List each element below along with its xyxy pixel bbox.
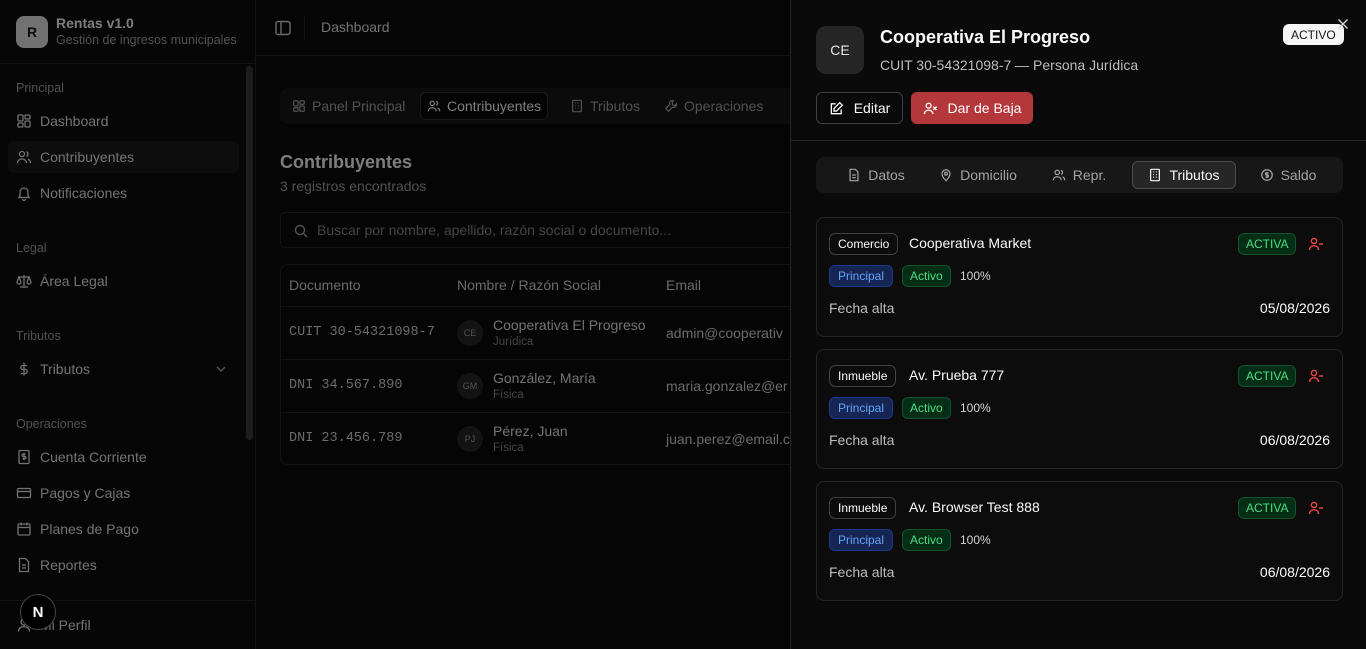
user-remove-icon[interactable] [1308, 368, 1324, 384]
user-remove-icon [923, 101, 938, 116]
percentage: 100% [960, 533, 991, 547]
drawer-subtitle: CUIT 30-54321098-7 — Persona Jurídica [880, 57, 1139, 73]
tributo-card: Comercio Cooperativa Market ACTIVA Princ… [816, 217, 1343, 337]
close-icon[interactable] [1335, 16, 1351, 32]
coin-icon [1260, 168, 1274, 182]
role-state-badge: Activo [902, 397, 951, 419]
drawer-title: Cooperativa El Progreso [880, 27, 1091, 47]
tributo-name: Cooperativa Market [909, 235, 1032, 251]
drawer-avatar: CE [816, 26, 864, 74]
role-badge: Principal [829, 397, 894, 419]
tributo-state-badge: ACTIVA [1238, 233, 1297, 255]
role-state-badge: Activo [902, 529, 951, 551]
tributo-card: Inmueble Av. Prueba 777 ACTIVA Principal… [816, 349, 1343, 469]
percentage: 100% [960, 401, 991, 415]
date-label: Fecha alta [829, 300, 895, 316]
tab-label: Datos [868, 167, 905, 183]
tributo-name: Av. Prueba 777 [909, 367, 1005, 383]
date-value: 05/08/2026 [1259, 300, 1330, 316]
tributo-state-badge: ACTIVA [1238, 497, 1297, 519]
tributo-type-badge: Comercio [829, 233, 899, 255]
dar-de-baja-button[interactable]: Dar de Baja [911, 92, 1033, 124]
date-value: 06/08/2026 [1259, 432, 1330, 448]
tab-tributos-drawer[interactable]: Tributos [1132, 161, 1236, 189]
edit-button[interactable]: Editar [816, 92, 903, 124]
tab-representantes[interactable]: Repr. [1038, 161, 1120, 189]
tab-domicilio[interactable]: Domicilio [926, 161, 1030, 189]
users-icon [1052, 168, 1066, 182]
building-icon [1148, 168, 1162, 182]
tab-label: Saldo [1280, 167, 1317, 183]
user-remove-icon[interactable] [1308, 500, 1324, 516]
map-pin-icon [939, 168, 953, 182]
role-badge: Principal [829, 529, 894, 551]
drawer-divider [791, 140, 1366, 141]
tab-datos[interactable]: Datos [830, 161, 922, 189]
file-icon [847, 168, 861, 182]
date-label: Fecha alta [829, 564, 895, 580]
next-dev-badge[interactable]: N [20, 594, 56, 630]
tab-label: Tributos [1169, 167, 1220, 183]
app: R Rentas v1.0 Gestión de ingresos munici… [0, 0, 1366, 649]
contribuyente-drawer: CE Cooperativa El Progreso CUIT 30-54321… [790, 0, 1366, 649]
drawer-tabs: Datos Domicilio Repr. Tributos Saldo [816, 157, 1343, 193]
edit-label: Editar [853, 100, 891, 116]
date-value: 06/08/2026 [1259, 564, 1330, 580]
percentage: 100% [960, 269, 991, 283]
date-label: Fecha alta [829, 432, 895, 448]
user-remove-icon[interactable] [1308, 236, 1324, 252]
tributo-name: Av. Browser Test 888 [909, 499, 1040, 515]
tributo-card: Inmueble Av. Browser Test 888 ACTIVA Pri… [816, 481, 1343, 601]
tributo-state-badge: ACTIVA [1238, 365, 1297, 387]
baja-label: Dar de Baja [947, 100, 1022, 116]
tributo-type-badge: Inmueble [829, 497, 897, 519]
role-state-badge: Activo [902, 265, 951, 287]
role-badge: Principal [829, 265, 894, 287]
tab-saldo[interactable]: Saldo [1248, 161, 1328, 189]
tab-label: Repr. [1072, 167, 1107, 183]
edit-icon [829, 101, 844, 116]
tributo-type-badge: Inmueble [829, 365, 897, 387]
tab-label: Domicilio [960, 167, 1017, 183]
